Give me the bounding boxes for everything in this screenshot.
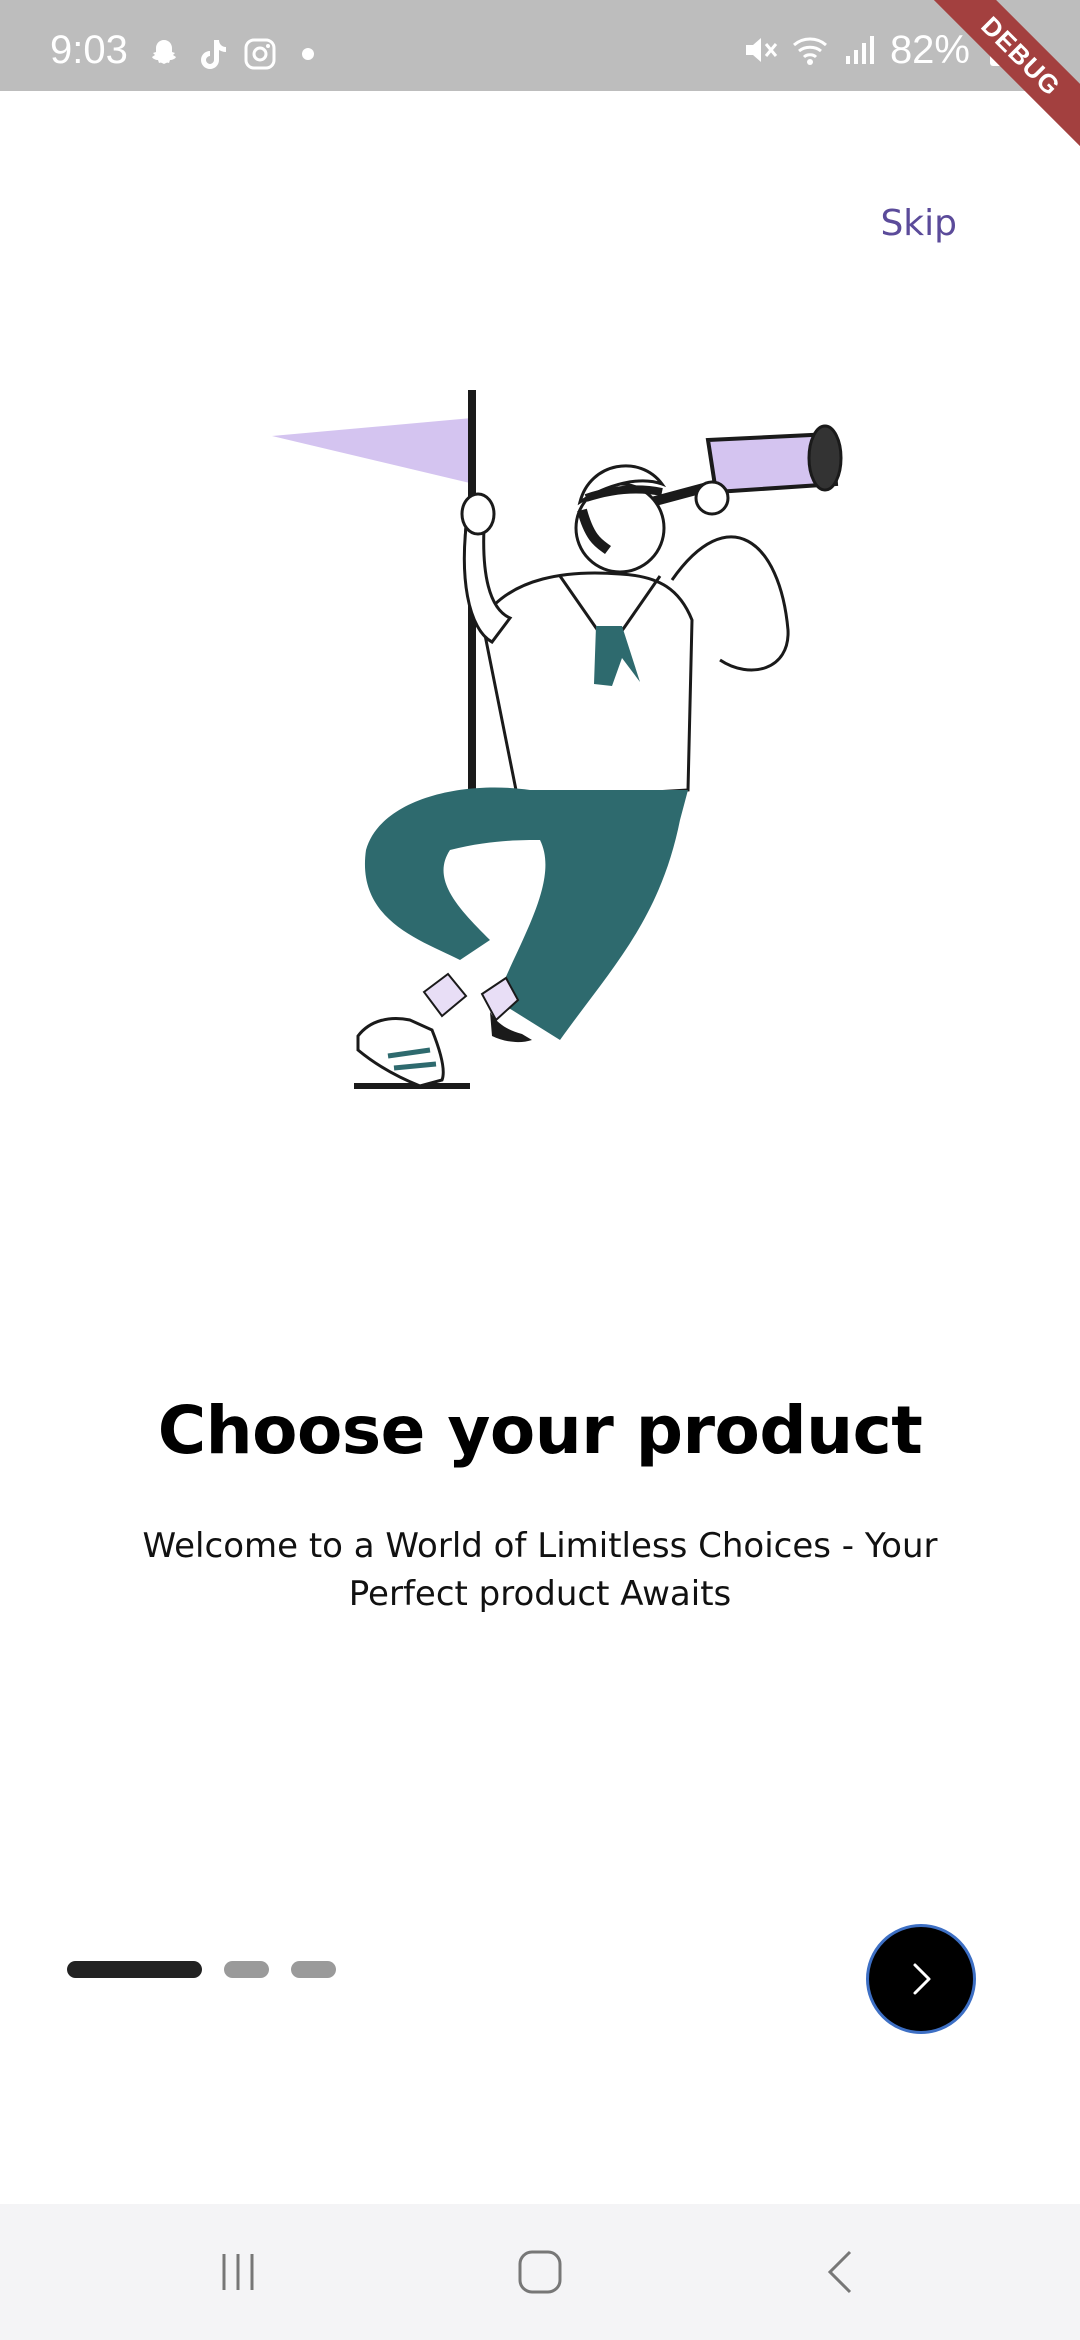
battery-percentage: 82%: [889, 28, 970, 72]
signal-icon: [845, 36, 874, 64]
snapchat-icon: [152, 40, 176, 64]
tiktok-icon: [201, 40, 226, 69]
next-button[interactable]: [866, 1924, 976, 2034]
home-icon: [518, 2250, 562, 2294]
onboarding-subtitle: Welcome to a World of Limitless Choices …: [142, 1526, 938, 1614]
back-icon: [827, 2250, 852, 2294]
chevron-right-icon: [913, 1963, 931, 1995]
skip-button[interactable]: Skip: [880, 203, 957, 244]
page-indicator: [67, 1961, 336, 1978]
page-indicator-dot[interactable]: [224, 1961, 269, 1978]
sailor-telescope-illustration: [272, 390, 843, 1089]
home-button[interactable]: [510, 2244, 570, 2300]
sailor-pants: [364, 787, 688, 1040]
onboarding-screen: 9:03 82% DEBUG Skip Choose your product …: [0, 0, 1080, 2340]
sailor-shirt: [480, 571, 694, 802]
instagram-icon: [244, 38, 276, 70]
system-nav-bar: [0, 2204, 1080, 2340]
status-bar: 9:03 82% DEBUG: [0, 0, 1080, 153]
status-time: 9:03: [50, 28, 128, 72]
recent-apps-icon: [222, 2254, 254, 2290]
page-indicator-dot-active[interactable]: [67, 1961, 202, 1978]
page-indicator-dot[interactable]: [291, 1961, 336, 1978]
onboarding-title: Choose your product: [157, 1392, 923, 1469]
debug-banner: DEBUG: [924, 0, 1080, 153]
recent-apps-button[interactable]: [208, 2244, 268, 2300]
notification-icons: [146, 36, 326, 72]
mute-icon: [745, 38, 778, 62]
flag: [272, 418, 474, 484]
dot-icon: [302, 48, 314, 60]
wifi-icon: [792, 37, 827, 65]
back-button[interactable]: [812, 2244, 872, 2300]
